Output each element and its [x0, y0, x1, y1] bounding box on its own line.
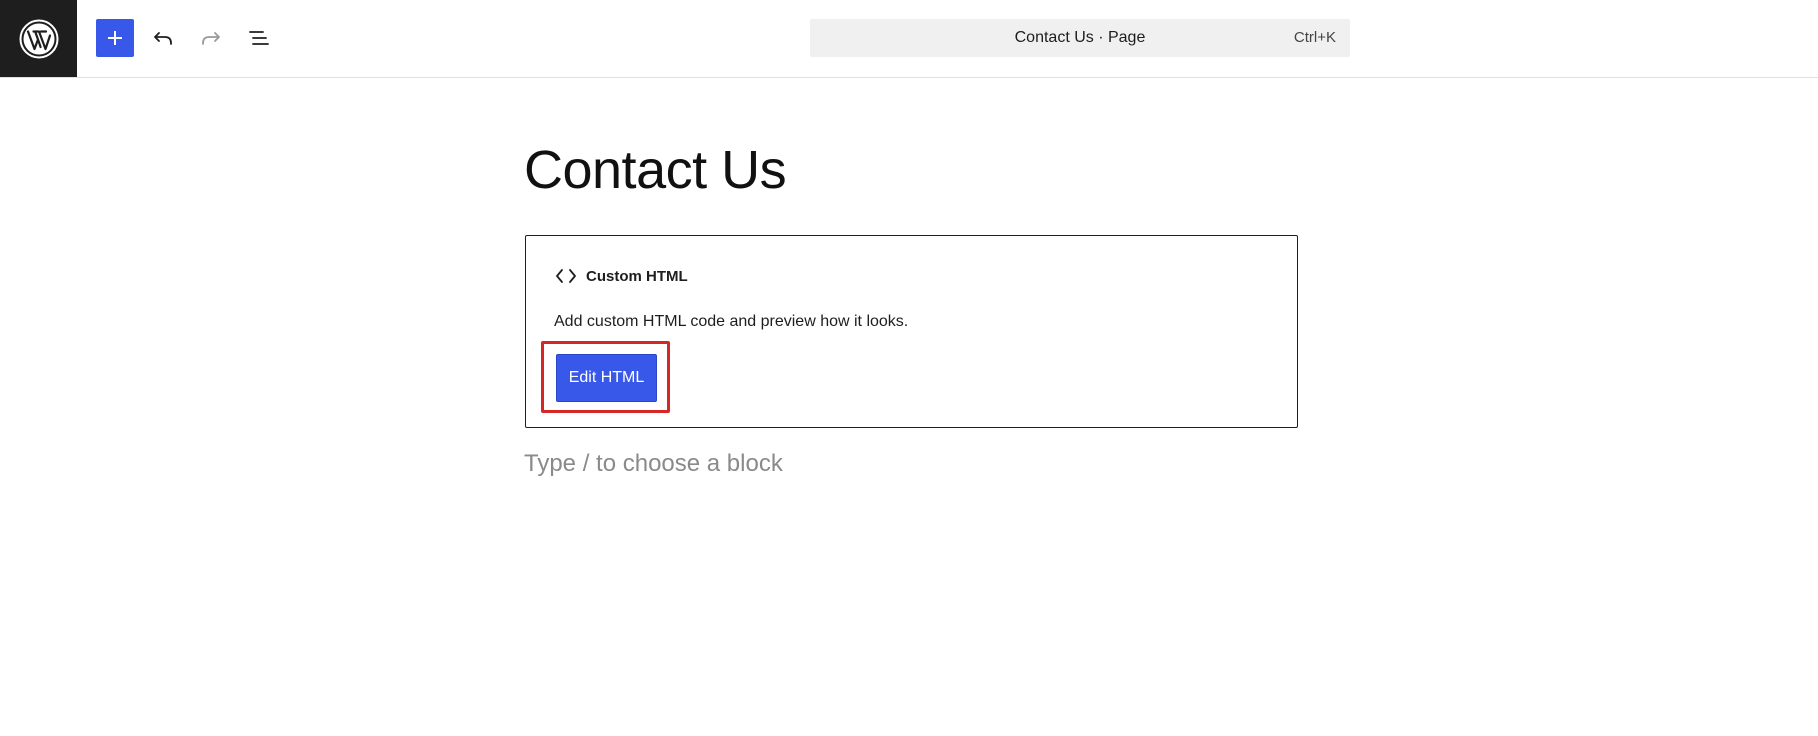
wordpress-logo-icon [19, 19, 58, 58]
code-icon [556, 269, 576, 283]
command-palette-bar[interactable]: Contact Us · Page Ctrl+K [810, 19, 1350, 57]
list-view-icon [249, 31, 269, 45]
document-title: Contact Us · Page [1014, 29, 1146, 46]
page-title[interactable]: Contact Us [524, 138, 787, 203]
highlight-box: Edit HTML [541, 341, 670, 413]
block-label: Custom HTML [554, 267, 688, 285]
undo-icon [154, 32, 172, 45]
editor-toolbar: Contact Us · Page Ctrl+K [0, 0, 1818, 78]
custom-html-block[interactable]: Custom HTML Add custom HTML code and pre… [525, 235, 1298, 428]
document-overview-button[interactable] [240, 19, 278, 57]
edit-html-button[interactable]: Edit HTML [556, 354, 657, 402]
redo-button[interactable] [192, 19, 230, 57]
block-label-text: Custom HTML [586, 267, 688, 285]
block-description: Add custom HTML code and preview how it … [554, 313, 909, 330]
add-block-button[interactable] [96, 19, 134, 57]
keyboard-shortcut: Ctrl+K [1293, 29, 1336, 46]
block-appender-placeholder[interactable]: Type / to choose a block [524, 450, 783, 478]
redo-icon [202, 32, 220, 45]
plus-icon [108, 31, 122, 45]
undo-button[interactable] [144, 19, 182, 57]
wordpress-logo-button[interactable] [0, 0, 77, 77]
